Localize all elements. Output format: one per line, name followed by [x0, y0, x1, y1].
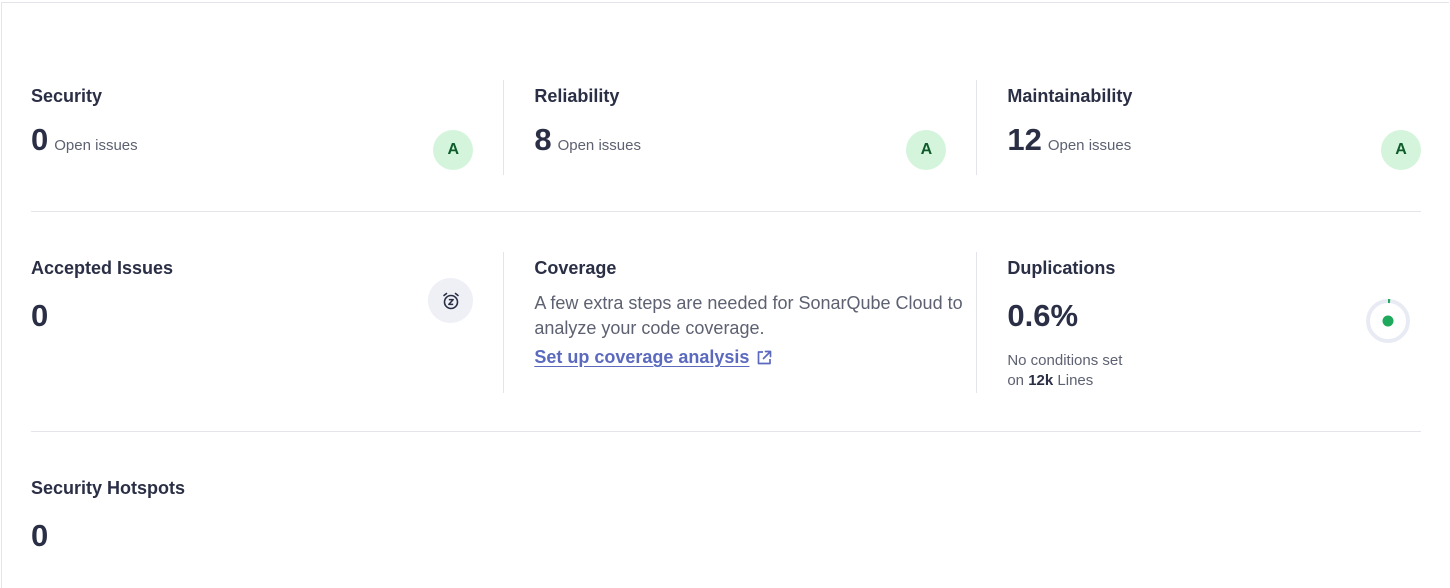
security-hotspots-value[interactable]: 0 — [31, 516, 514, 556]
row-divider — [31, 431, 1421, 432]
duplications-lines-count: 12k — [1028, 372, 1054, 389]
coverage-title: Coverage — [534, 258, 617, 278]
hotspots-row: Security Hotspots 0 — [31, 472, 1421, 562]
maintainability-value[interactable]: 12 — [1007, 120, 1041, 160]
maintainability-open-issues-label: Open issues — [1047, 137, 1132, 154]
reliability-open-issues-label: Open issues — [557, 137, 641, 154]
duplications-donut-chart — [1366, 299, 1410, 343]
external-link-icon — [758, 350, 772, 364]
donut-center-dot — [1382, 315, 1394, 327]
duplications-value[interactable]: 0.6% — [1007, 296, 1421, 336]
security-card[interactable]: Security 0 Open issues A — [31, 80, 503, 175]
accepted-issues-title: Accepted Issues — [31, 258, 174, 278]
security-hotspots-card[interactable]: Security Hotspots 0 — [31, 472, 514, 562]
duplications-note-prefix: on — [1007, 372, 1025, 389]
duplications-card[interactable]: Duplications 0.6% No conditions set on 1… — [976, 252, 1421, 393]
coverage-card: Coverage A few extra steps are needed fo… — [503, 252, 976, 393]
reliability-value[interactable]: 8 — [534, 120, 551, 160]
maintainability-card[interactable]: Maintainability 12 Open issues A — [976, 80, 1421, 175]
duplications-note-suffix: Lines — [1057, 372, 1094, 389]
issues-row: Security 0 Open issues A Reliability 8 O… — [31, 80, 1421, 175]
maintainability-metric: 12 Open issues — [1007, 120, 1421, 160]
setup-coverage-link[interactable]: Set up coverage analysis — [534, 347, 773, 368]
duplications-note-line2: on 12k Lines — [1007, 371, 1421, 391]
security-title: Security — [31, 86, 103, 106]
maintainability-title: Maintainability — [1007, 86, 1133, 106]
maintainability-rating-badge[interactable]: A — [1381, 130, 1421, 170]
duplications-note-line1: No conditions set — [1007, 352, 1123, 369]
duplications-title: Duplications — [1007, 258, 1116, 278]
quality-row: Accepted Issues 0 Coverage A few extra s… — [31, 252, 1421, 393]
security-hotspots-title: Security Hotspots — [31, 478, 186, 498]
duplications-note: No conditions set on 12k Lines — [1007, 351, 1421, 391]
security-open-issues-label: Open issues — [54, 137, 138, 154]
row-divider — [31, 211, 1421, 212]
security-rating-badge[interactable]: A — [433, 130, 474, 170]
setup-coverage-link-label: Set up coverage analysis — [534, 347, 750, 367]
reliability-rating-badge[interactable]: A — [906, 130, 947, 170]
security-value[interactable]: 0 — [31, 120, 48, 160]
reliability-title: Reliability — [534, 86, 620, 106]
accepted-issues-card[interactable]: Accepted Issues 0 — [31, 252, 503, 393]
coverage-description: A few extra steps are needed for SonarQu… — [534, 293, 963, 338]
reliability-card[interactable]: Reliability 8 Open issues A — [503, 80, 976, 175]
